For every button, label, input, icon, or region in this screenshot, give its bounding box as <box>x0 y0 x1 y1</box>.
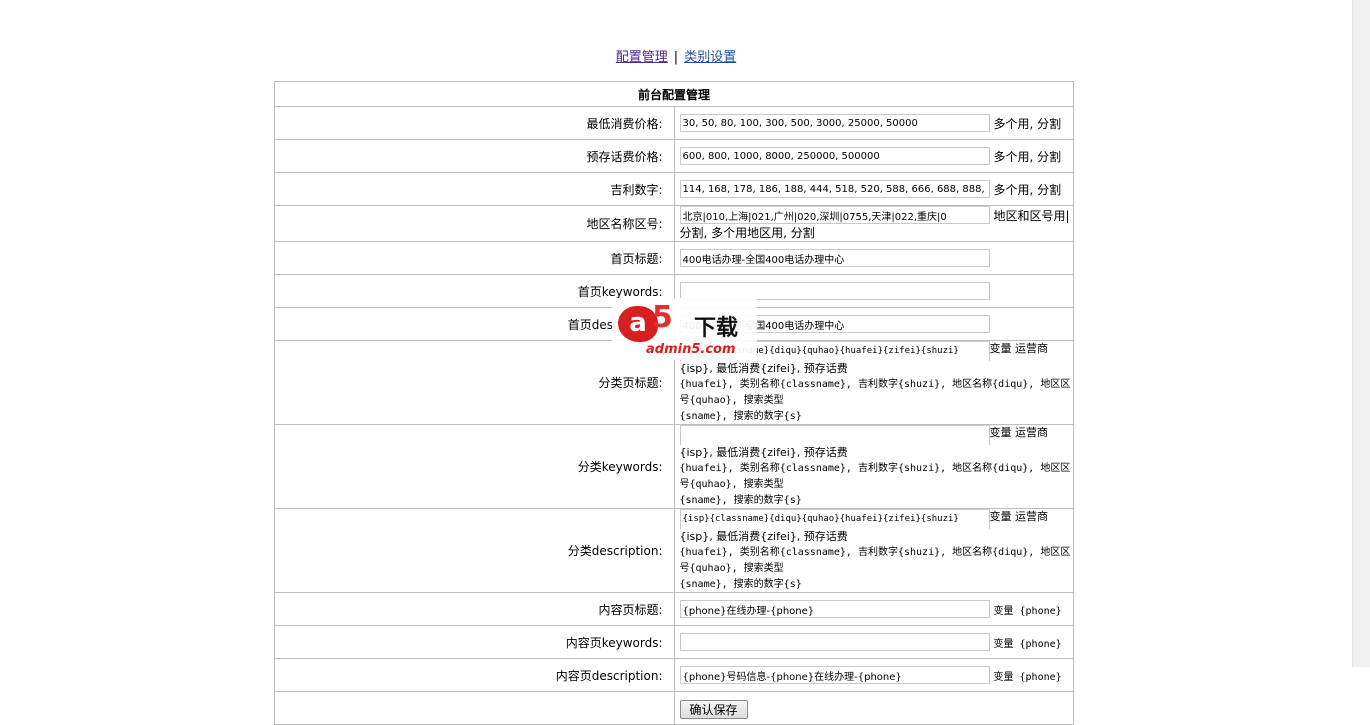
lucky-input[interactable] <box>679 180 990 198</box>
watermark-text: 下载 <box>694 316 739 341</box>
content-keywords-hint: 变量 {phone} <box>993 638 1062 650</box>
content-desc-input[interactable] <box>679 666 990 684</box>
min-price-hint: 多个用, 分割 <box>993 116 1062 131</box>
submit-label-cell <box>274 691 675 725</box>
prepay-input[interactable] <box>679 147 990 165</box>
save-button[interactable]: 确认保存 <box>679 699 748 719</box>
row-content-keywords: 内容页keywords: 变量 {phone} <box>274 625 1074 659</box>
row-cat-keywords: 分类keywords: 变量 运营商{isp}, 最低消费{zifei}, 预存… <box>274 424 1074 509</box>
row-content-desc: 内容页description: 变量 {phone} <box>274 658 1074 692</box>
row-lucky: 吉利数字: 多个用, 分割 <box>274 172 1074 206</box>
home-title-input[interactable] <box>679 249 990 267</box>
content-desc-hint: 变量 {phone} <box>993 671 1062 683</box>
cat-title-hint-3: {sname}, 搜索的数字{s} <box>679 411 802 422</box>
row-prepay: 预存话费价格: 多个用, 分割 <box>274 139 1074 173</box>
cat-title-hint-2: {huafei}, 类别名称{classname}, 吉利数字{shuzi}, … <box>679 379 1071 406</box>
watermark-five: 5 <box>652 300 673 335</box>
cat-desc-hint-3: {sname}, 搜索的数字{s} <box>679 579 802 590</box>
label-prepay: 预存话费价格: <box>274 139 675 173</box>
content-keywords-input[interactable] <box>679 633 990 651</box>
label-cat-keywords: 分类keywords: <box>274 424 675 509</box>
content-title-input[interactable] <box>679 600 990 618</box>
label-min-price: 最低消费价格: <box>274 106 675 140</box>
nav-link-category[interactable]: 类别设置 <box>684 50 736 65</box>
row-home-title: 首页标题: <box>274 241 1074 275</box>
config-table: 前台配置管理 最低消费价格: 多个用, 分割 预存话费价格: 多个用, 分割 吉… <box>274 81 1074 725</box>
prepay-hint: 多个用, 分割 <box>993 149 1062 164</box>
cat-desc-hint-2: {huafei}, 类别名称{classname}, 吉利数字{shuzi}, … <box>679 547 1071 574</box>
cat-keywords-textarea[interactable] <box>679 425 990 445</box>
table-title: 前台配置管理 <box>274 81 1074 107</box>
label-content-desc: 内容页description: <box>274 658 675 692</box>
cat-keywords-hint-2: {huafei}, 类别名称{classname}, 吉利数字{shuzi}, … <box>679 463 1071 490</box>
label-content-keywords: 内容页keywords: <box>274 625 675 659</box>
cat-keywords-hint-3: {sname}, 搜索的数字{s} <box>679 495 802 506</box>
watermark-logo: a 5 下载 admin5.com <box>612 298 757 360</box>
vertical-scrollbar[interactable] <box>1352 0 1370 667</box>
content-title-hint: 变量 {phone} <box>993 605 1062 617</box>
label-lucky: 吉利数字: <box>274 172 675 206</box>
row-cat-desc: 分类description: {isp}{classname}{diqu}{qu… <box>274 508 1074 593</box>
nav-link-config[interactable]: 配置管理 <box>616 50 668 65</box>
row-region: 地区名称区号: 地区和区号用|分割, 多个用地区用, 分割 <box>274 205 1074 242</box>
row-content-title: 内容页标题: 变量 {phone} <box>274 592 1074 626</box>
top-nav: 配置管理 | 类别设置 <box>0 46 1352 65</box>
lucky-hint: 多个用, 分割 <box>993 182 1062 197</box>
min-price-input[interactable] <box>679 114 990 132</box>
row-min-price: 最低消费价格: 多个用, 分割 <box>274 106 1074 140</box>
label-region: 地区名称区号: <box>274 205 675 242</box>
label-content-title: 内容页标题: <box>274 592 675 626</box>
row-submit: 确认保存 <box>274 691 1074 725</box>
label-home-title: 首页标题: <box>274 241 675 275</box>
cat-desc-textarea[interactable]: {isp}{classname}{diqu}{quhao}{huafei}{zi… <box>679 509 990 529</box>
label-cat-desc: 分类description: <box>274 508 675 593</box>
region-input[interactable] <box>679 206 990 224</box>
nav-separator: | <box>673 50 679 65</box>
watermark-site: admin5.com <box>646 342 736 357</box>
